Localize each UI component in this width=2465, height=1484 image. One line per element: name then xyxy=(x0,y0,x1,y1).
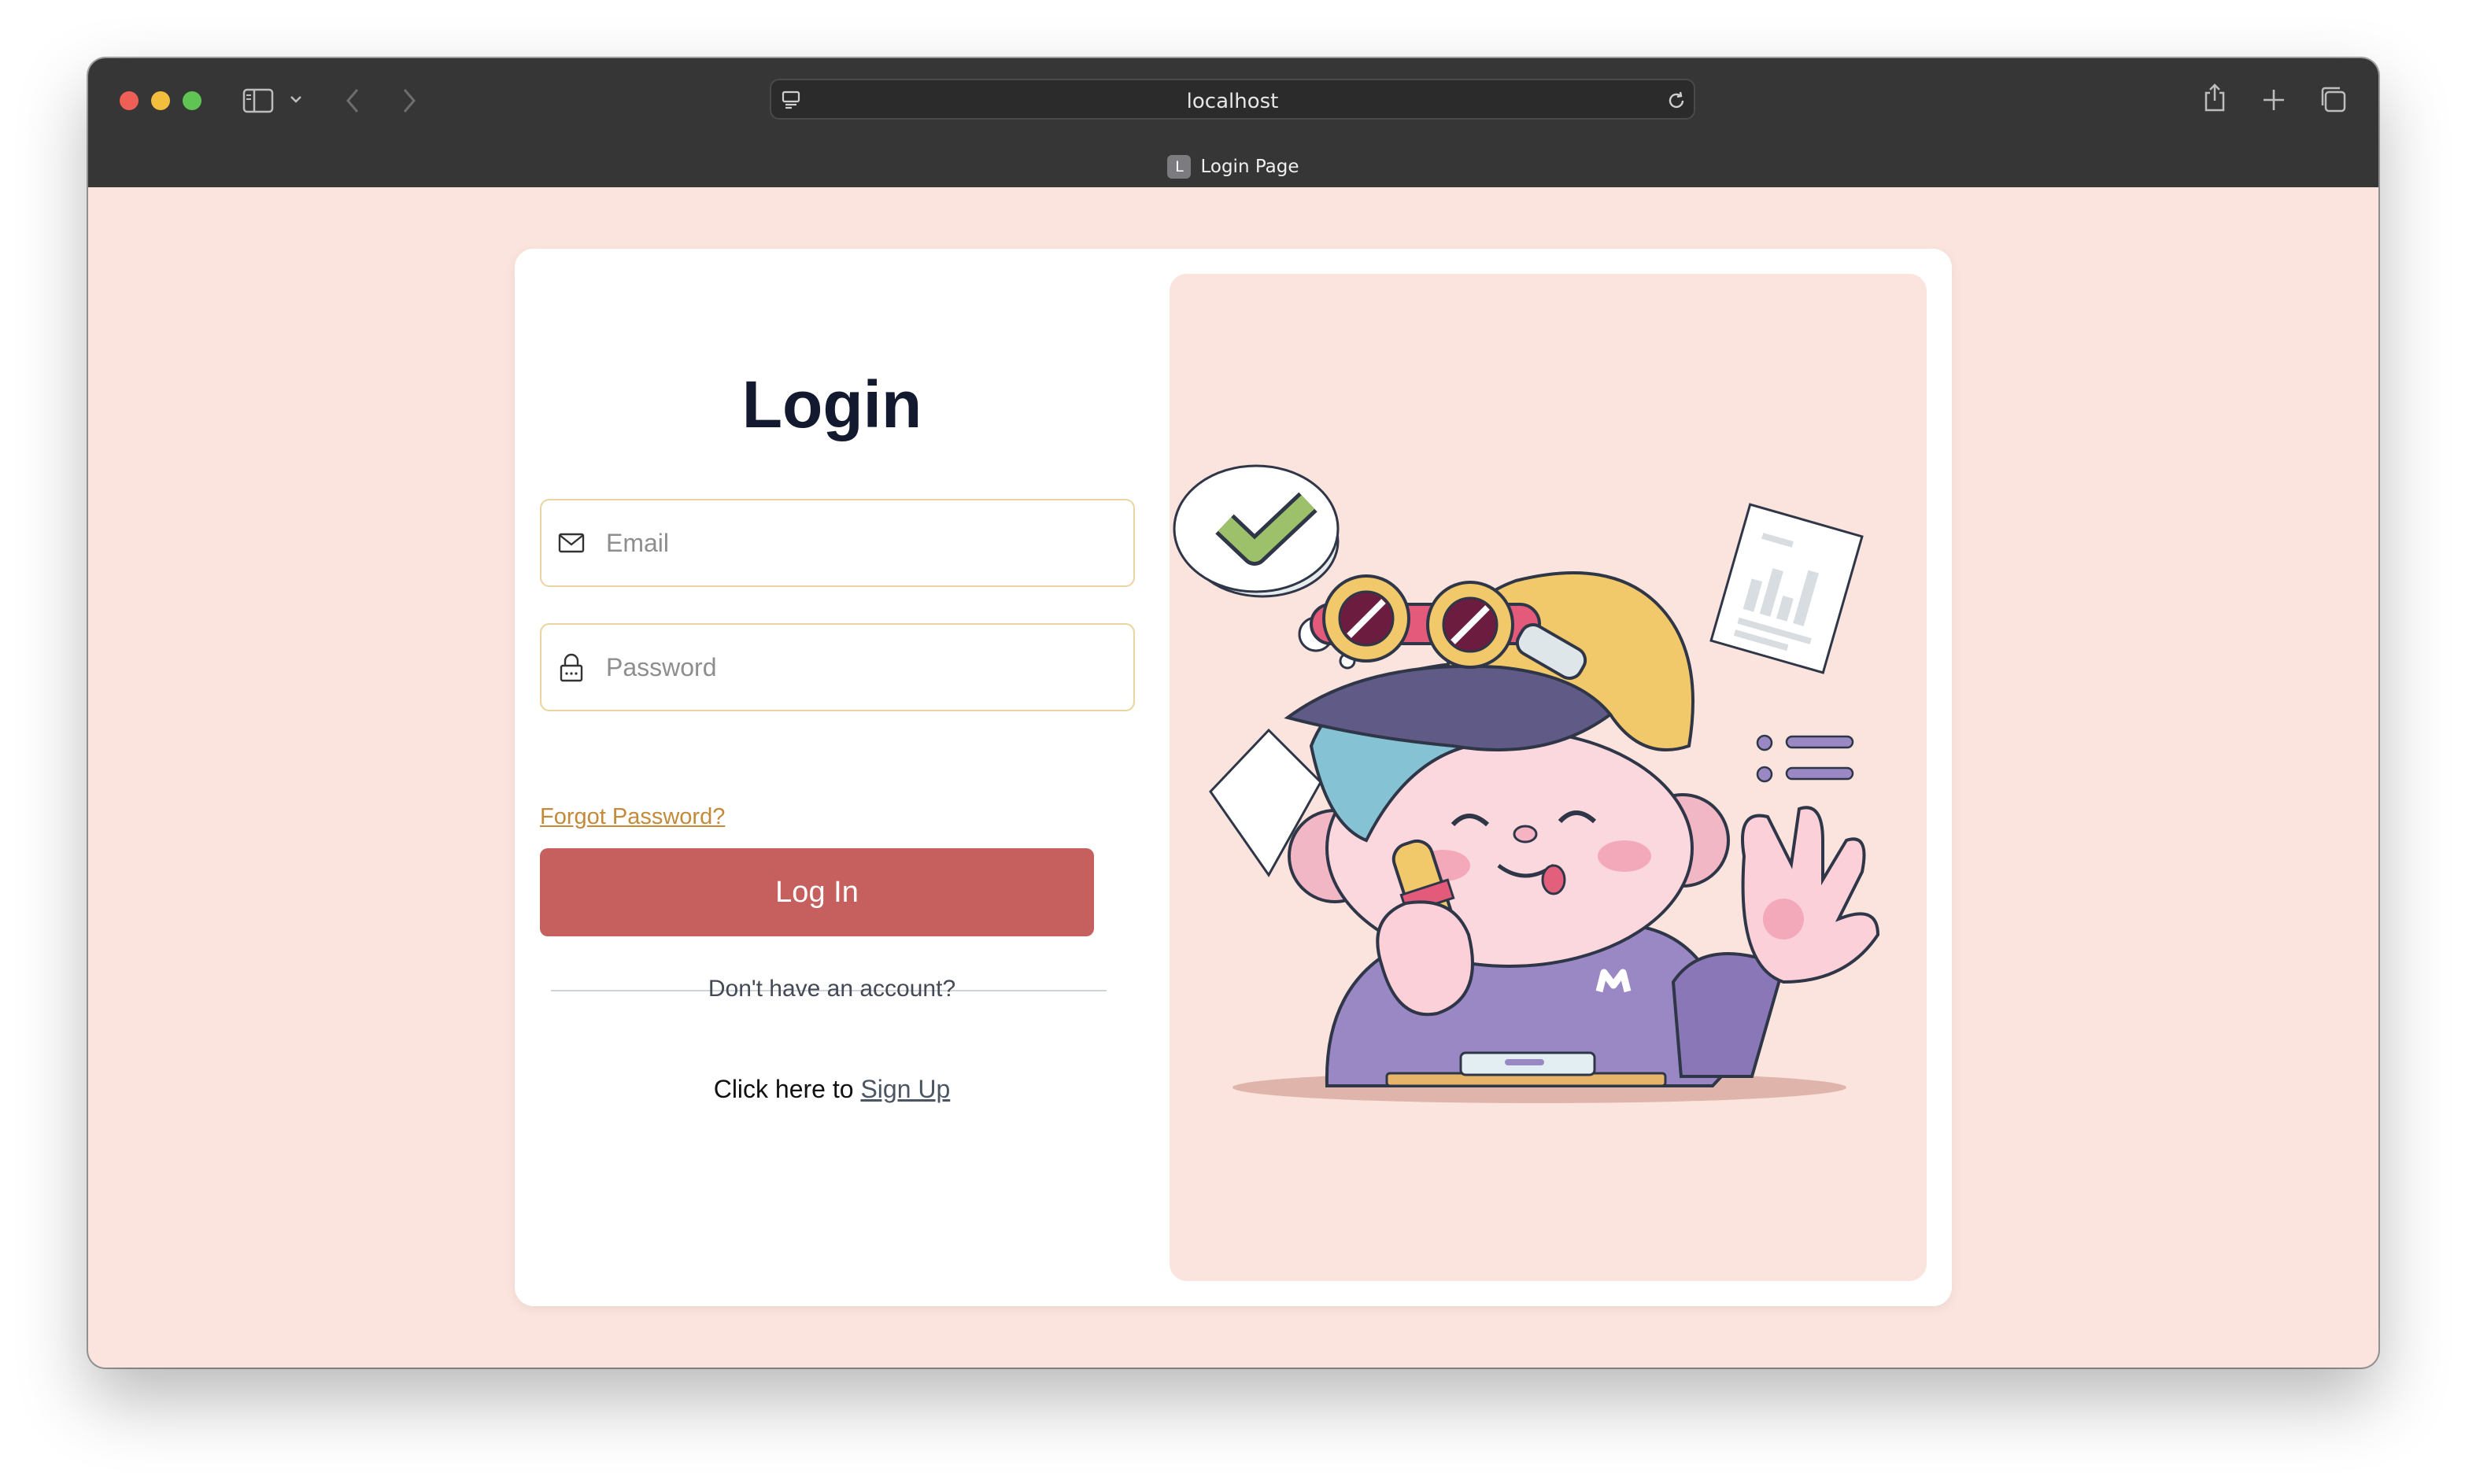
reload-icon[interactable] xyxy=(1665,90,1687,112)
login-button[interactable]: Log In xyxy=(540,848,1094,936)
mail-icon xyxy=(558,533,585,553)
password-placeholder: Password xyxy=(606,653,717,681)
close-window-button[interactable] xyxy=(120,91,139,110)
illustration-panel: M xyxy=(1170,274,1927,1281)
tab-active[interactable]: L Login Page xyxy=(88,151,2378,183)
browser-toolbar: localhost L Login Page xyxy=(88,58,2378,187)
signup-link[interactable]: Sign Up xyxy=(860,1075,950,1103)
list-icon xyxy=(1756,734,1854,783)
new-tab-icon[interactable] xyxy=(2262,88,2286,112)
back-icon[interactable] xyxy=(345,87,362,115)
share-icon[interactable] xyxy=(2202,82,2227,113)
zoom-window-button[interactable] xyxy=(183,91,201,110)
minimize-window-button[interactable] xyxy=(151,91,170,110)
tab-title: Login Page xyxy=(1200,157,1299,177)
forward-icon[interactable] xyxy=(400,87,417,115)
signup-prefix: Click here to xyxy=(713,1075,861,1103)
sidebar-icon[interactable] xyxy=(242,88,274,113)
url-text: localhost xyxy=(1186,90,1279,113)
address-bar[interactable]: localhost xyxy=(770,79,1695,120)
tab-overview-icon[interactable] xyxy=(2319,85,2347,113)
page-title: Login xyxy=(741,367,922,441)
signup-row: Click here to Sign Up xyxy=(515,1075,1149,1104)
password-field[interactable]: Password xyxy=(540,623,1135,711)
forgot-password-link[interactable]: Forgot Password? xyxy=(540,804,725,830)
chevron-down-icon[interactable] xyxy=(290,94,302,104)
chart-document-icon xyxy=(1709,503,1864,674)
tab-favicon: L xyxy=(1167,155,1192,179)
email-placeholder: Email xyxy=(606,529,670,557)
signup-prompt: Don't have an account? xyxy=(708,976,956,1002)
character-illustration: M xyxy=(1173,464,1880,1103)
lock-icon xyxy=(560,653,583,682)
email-field[interactable]: Email xyxy=(540,499,1135,587)
login-card: Login Email Password Forgot Password? Lo… xyxy=(515,249,1952,1306)
browser-window: localhost L Login Page Login Email Passw… xyxy=(88,58,2378,1368)
